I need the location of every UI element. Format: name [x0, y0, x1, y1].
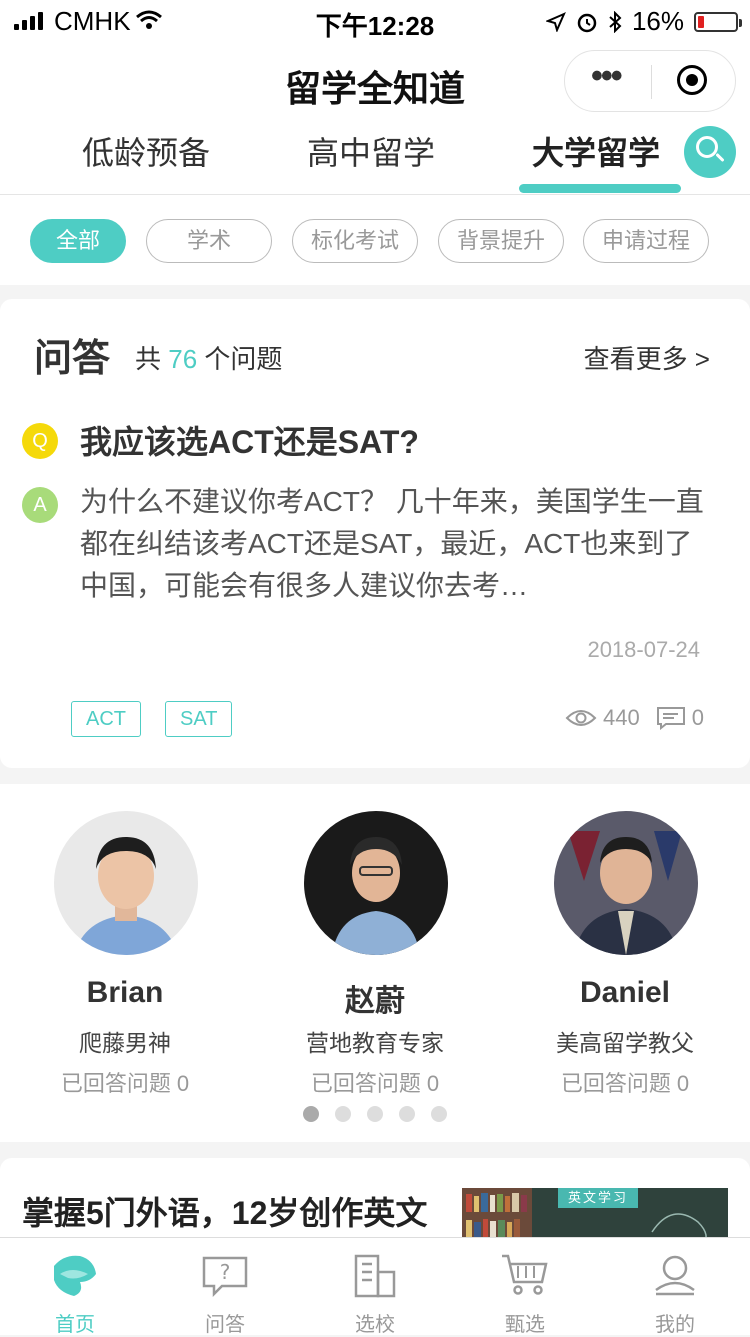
tabbar-qa[interactable]: ? 问答 — [150, 1238, 300, 1336]
alarm-icon — [577, 13, 597, 32]
article-title[interactable]: 掌握5门外语，12岁创作英文 — [22, 1188, 427, 1234]
school-building-icon — [354, 1254, 396, 1298]
svg-text:?: ? — [220, 1260, 231, 1284]
question-bubble-icon: ? — [202, 1256, 248, 1298]
tabbar-label: 首页 — [55, 1314, 95, 1336]
carousel-dot[interactable] — [399, 1106, 415, 1122]
active-tab-indicator — [519, 184, 681, 193]
expert-title: 美高留学教父 — [556, 1030, 694, 1056]
answer-preview[interactable]: 为什么不建议你考ACT？ 几十年来，美国学生一直都在纠结该考ACT还是SAT，最… — [80, 481, 720, 607]
tab-early-prep[interactable]: 低龄预备 — [82, 128, 210, 174]
filter-standardized-tests[interactable]: 标化考试 — [292, 219, 418, 263]
carousel-dot[interactable] — [431, 1106, 447, 1122]
filter-application[interactable]: 申请过程 — [583, 219, 709, 263]
tab-university[interactable]: 大学留学 — [532, 128, 660, 174]
tabbar-select[interactable]: 甄选 — [450, 1238, 600, 1336]
tabbar-home[interactable]: 首页 — [0, 1238, 150, 1336]
battery-icon — [694, 11, 742, 32]
filter-bar: 全部 学术 标化考试 背景提升 申请过程 — [0, 195, 750, 285]
post-date: 2018-07-24 — [587, 637, 700, 662]
thumbnail-caption: 英文学习 — [567, 1190, 628, 1205]
qa-section-title: 问答 — [34, 338, 111, 380]
tabbar-school[interactable]: 选校 — [300, 1238, 450, 1336]
tag-sat[interactable]: SAT — [165, 701, 233, 737]
expert-avatar[interactable] — [554, 811, 698, 955]
status-bar: CMHK 下午12:28 16% — [0, 0, 750, 41]
filter-academic[interactable]: 学术 — [146, 219, 272, 263]
home-icon — [54, 1255, 96, 1296]
post-stats: 440 0 — [565, 705, 704, 731]
experts-carousel: Brian 爬藤男神 已回答问题 0 赵蔚 营地教育专家 已回答问题 0 Dan… — [0, 784, 750, 1142]
comment-icon — [656, 707, 685, 730]
qa-card[interactable]: 问答 共 76 个问题 查看更多 > Q 我应该选ACT还是SAT? A 为什么… — [0, 299, 750, 768]
nav-header: 留学全知道 ••• 低龄预备 高中留学 大学留学 — [0, 40, 750, 195]
tabbar-label: 甄选 — [505, 1314, 545, 1336]
view-more-link[interactable]: 查看更多 > — [584, 339, 710, 376]
cart-icon — [502, 1254, 548, 1295]
expert-answered: 已回答问题 0 — [310, 1071, 440, 1096]
tabbar-label: 问答 — [205, 1314, 245, 1336]
expert-avatar[interactable] — [304, 811, 448, 955]
filter-all[interactable]: 全部 — [30, 219, 126, 263]
eye-icon — [565, 710, 597, 726]
status-right: 16% — [545, 6, 742, 37]
qa-count: 共 76 个问题 — [135, 344, 283, 374]
carousel-dot[interactable] — [367, 1106, 383, 1122]
tabbar-label: 我的 — [655, 1314, 695, 1336]
expert-title: 营地教育专家 — [306, 1030, 444, 1056]
tab-high-school[interactable]: 高中留学 — [307, 128, 435, 174]
carousel-dot[interactable] — [335, 1106, 351, 1122]
mini-program-capsule: ••• — [564, 50, 736, 112]
comment-count: 0 — [691, 705, 704, 730]
answer-badge: A — [22, 487, 58, 523]
view-count: 440 — [603, 705, 640, 730]
tabbar-label: 选校 — [355, 1314, 395, 1336]
battery-percent: 16% — [631, 6, 684, 36]
expert-answered: 已回答问题 0 — [560, 1071, 690, 1096]
profile-icon — [655, 1255, 695, 1296]
close-target-icon[interactable] — [677, 65, 707, 95]
article-card[interactable]: 掌握5门外语，12岁创作英文 英文学习 — [0, 1158, 750, 1248]
expert-title: 爬藤男神 — [79, 1030, 171, 1056]
carousel-dot[interactable] — [303, 1106, 319, 1122]
bluetooth-icon — [609, 10, 622, 33]
location-arrow-icon — [545, 11, 566, 32]
expert-answered: 已回答问题 0 — [60, 1071, 190, 1096]
expert-name: 赵蔚 — [345, 985, 405, 1018]
search-button[interactable] — [684, 126, 736, 178]
filter-background[interactable]: 背景提升 — [438, 219, 564, 263]
expert-name: Brian — [86, 976, 164, 1009]
qa-count-number: 76 — [168, 344, 198, 374]
question-badge: Q — [22, 423, 58, 459]
tag-act[interactable]: ACT — [71, 701, 141, 737]
capsule-divider — [651, 65, 652, 99]
more-menu-icon[interactable]: ••• — [591, 57, 623, 96]
question-title[interactable]: 我应该选ACT还是SAT? — [80, 417, 419, 463]
bottom-tab-bar: 首页 ? 问答 选校 甄选 我的 — [0, 1237, 750, 1336]
tabbar-mine[interactable]: 我的 — [600, 1238, 750, 1336]
expert-avatar[interactable] — [54, 811, 198, 955]
expert-name: Daniel — [579, 976, 671, 1009]
